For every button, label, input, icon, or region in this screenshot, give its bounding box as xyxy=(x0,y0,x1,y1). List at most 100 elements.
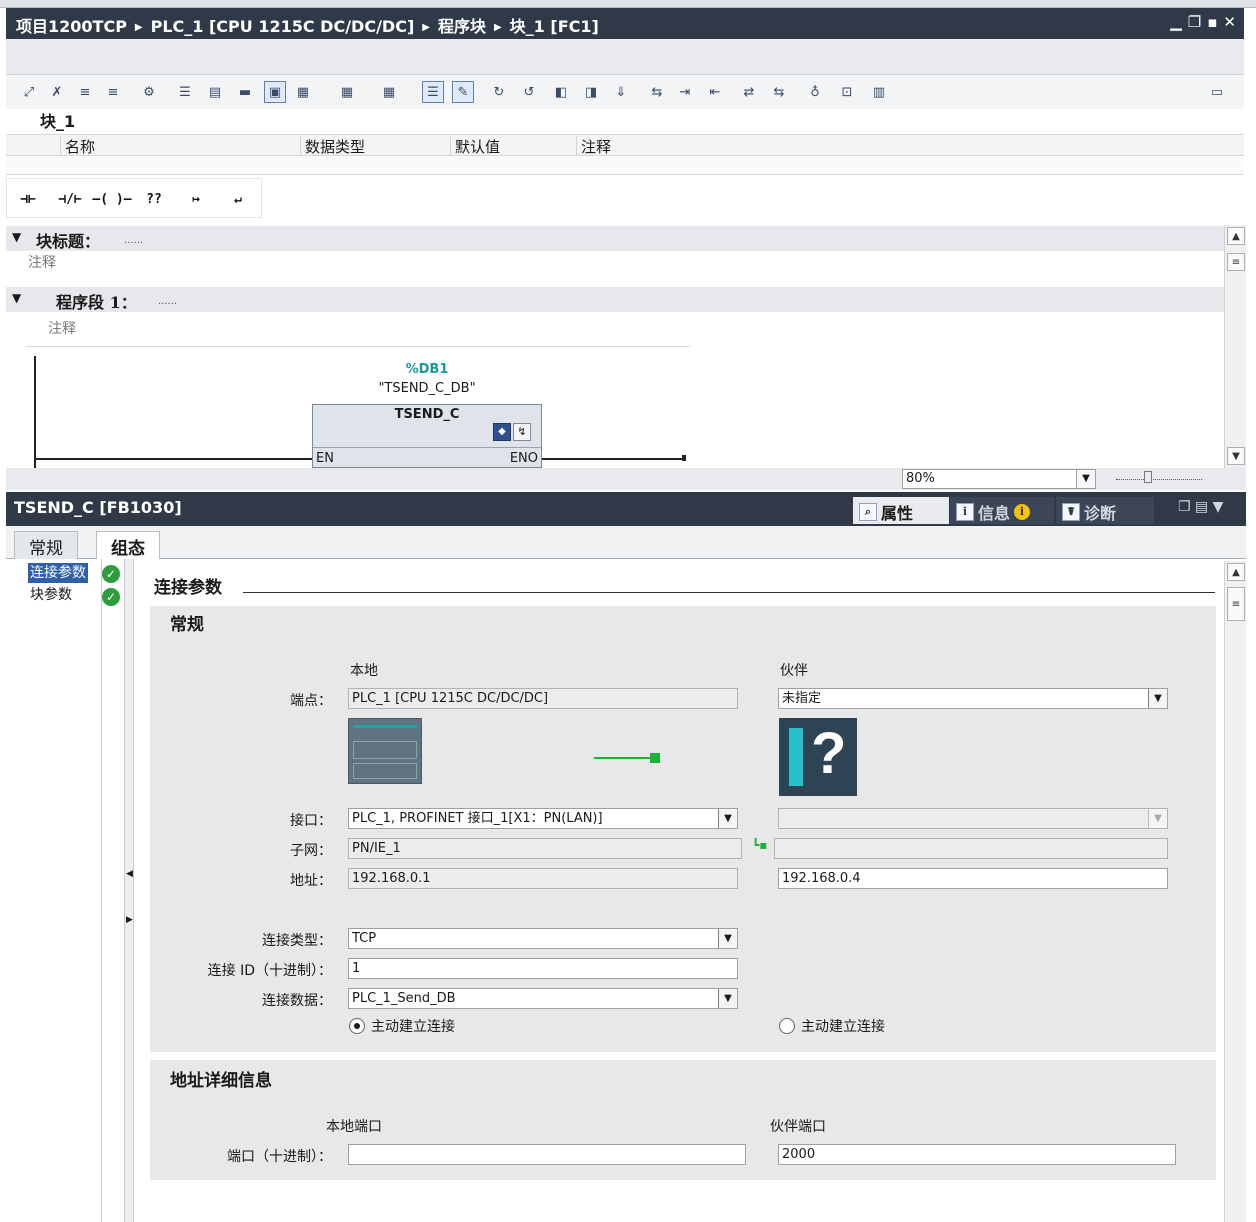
scroll-down-icon[interactable]: ▼ xyxy=(1227,447,1245,465)
scroll-thumb[interactable]: ≡ xyxy=(1227,253,1245,271)
download-icon[interactable]: ⇓ xyxy=(610,81,632,103)
indent-icon[interactable]: ⇥ xyxy=(674,81,696,103)
conn-data-select[interactable]: PLC_1_Send_DB ▼ xyxy=(348,988,738,1009)
collapse-left-icon[interactable]: ◀ xyxy=(126,869,133,879)
collapse-triangle-icon[interactable]: ▼ xyxy=(12,230,21,244)
go-to-icon[interactable]: ↻ xyxy=(488,81,510,103)
breadcrumb-plc[interactable]: PLC_1 [CPU 1215C DC/DC/DC] xyxy=(151,17,415,36)
edit-mode-icon[interactable]: ✎ xyxy=(452,81,474,103)
align-icon[interactable]: ☰ xyxy=(174,81,196,103)
comments-icon[interactable]: ▣ xyxy=(264,81,286,103)
previous-error-icon[interactable]: ◧ xyxy=(550,81,572,103)
symbolic-operand-icon[interactable]: ▦ xyxy=(336,81,358,103)
breadcrumb-program-blocks[interactable]: 程序块 xyxy=(438,17,486,36)
network-title-row[interactable]: ▼ 程序段 1： ...... xyxy=(6,287,1224,312)
operand-display-icon[interactable]: ▦ xyxy=(378,81,400,103)
reset-icon[interactable]: ⚙ xyxy=(138,81,160,103)
close-branch-icon[interactable]: ↵ xyxy=(217,179,259,219)
scroll-up-icon[interactable]: ▲ xyxy=(1227,563,1245,581)
network-comment[interactable]: 注释 xyxy=(48,318,76,338)
open-branch-icon[interactable]: ↦ xyxy=(175,179,217,219)
no-contact-icon[interactable]: ⊣⊢ xyxy=(7,179,49,219)
add-row-icon[interactable]: ≡ xyxy=(102,81,124,103)
nav-block-params[interactable]: 块参数 xyxy=(28,585,74,605)
column-comment[interactable]: 注释 xyxy=(576,136,948,156)
db-values-icon[interactable]: ▥ xyxy=(868,81,890,103)
config-icon[interactable]: ◆ xyxy=(493,423,511,441)
monitor-icon[interactable]: ↺ xyxy=(518,81,540,103)
column-datatype[interactable]: 数据类型 xyxy=(300,136,450,156)
collapse-icon[interactable]: ▤ xyxy=(204,81,226,103)
insert-network-icon[interactable]: ⤢ xyxy=(18,81,40,103)
monitoring-icon[interactable]: ♁ xyxy=(804,81,826,103)
diagnostics-icon[interactable]: ↯ xyxy=(513,423,531,441)
maximize-button[interactable]: ▪ xyxy=(1207,13,1217,31)
next-error-icon[interactable]: ◨ xyxy=(580,81,602,103)
connection-line xyxy=(594,757,654,759)
empty-box-icon[interactable]: ?? xyxy=(133,179,175,219)
scroll-up-icon[interactable]: ▲ xyxy=(1227,227,1245,245)
call-structure-icon[interactable]: ⇆ xyxy=(768,81,790,103)
zoom-slider[interactable] xyxy=(1116,478,1202,480)
local-port-input[interactable] xyxy=(348,1144,746,1165)
dropdown-arrow-icon[interactable]: ▼ xyxy=(718,809,737,828)
breadcrumb-block[interactable]: 块_1 [FC1] xyxy=(510,17,599,36)
breadcrumb-project[interactable]: 项目1200TCP xyxy=(16,17,127,36)
local-active-radio[interactable] xyxy=(349,1018,365,1034)
snapshot-icon[interactable]: ⊡ xyxy=(836,81,858,103)
partner-port-input[interactable]: 2000 xyxy=(778,1144,1176,1165)
column-name[interactable]: 名称 xyxy=(60,136,300,156)
subtab-configuration[interactable]: 组态 xyxy=(96,531,160,560)
block-title-value[interactable]: ...... xyxy=(124,235,143,246)
compare-icon[interactable]: ⇆ xyxy=(646,81,668,103)
absolute-operand-icon[interactable]: ▦ xyxy=(292,81,314,103)
instance-db-address[interactable]: %DB1 xyxy=(312,362,542,377)
dropdown-arrow-icon[interactable]: ▼ xyxy=(718,989,737,1008)
scroll-thumb[interactable]: ≡ xyxy=(1227,587,1245,621)
expand-right-icon[interactable]: ▶ xyxy=(126,915,133,925)
collapse-triangle-icon[interactable]: ▼ xyxy=(12,291,21,305)
partner-active-radio[interactable] xyxy=(779,1018,795,1034)
nc-contact-icon[interactable]: ⊣/⊢ xyxy=(49,179,91,219)
panel-float-icon[interactable]: ❐ ▤ ▼ xyxy=(1178,499,1223,515)
local-port-header: 本地端口 xyxy=(326,1119,382,1135)
partner-endpoint-select[interactable]: 未指定 ▼ xyxy=(778,688,1168,709)
subtab-general[interactable]: 常规 xyxy=(14,531,78,559)
network-title-value[interactable]: ...... xyxy=(158,296,177,307)
conn-id-input[interactable]: 1 xyxy=(348,958,738,979)
interface-row[interactable] xyxy=(6,157,1244,175)
network-label: 程序段 1： xyxy=(56,293,137,312)
minimize-button[interactable]: ▁ xyxy=(1170,13,1182,31)
coil-icon[interactable]: –( )– xyxy=(91,179,133,219)
expand-icon[interactable]: ▬ xyxy=(234,81,256,103)
nav-connection-params[interactable]: 连接参数 xyxy=(28,563,88,583)
tab-properties[interactable]: ⌕ 属性 xyxy=(853,497,949,524)
zoom-dropdown-icon[interactable]: ▼ xyxy=(1076,469,1096,489)
restore-button[interactable]: ❐ xyxy=(1188,13,1201,31)
zoom-slider-thumb[interactable] xyxy=(1144,471,1152,483)
call-hierarchy-icon[interactable]: ⇄ xyxy=(738,81,760,103)
delete-network-icon[interactable]: ✗ xyxy=(46,81,68,103)
outdent-icon[interactable]: ⇤ xyxy=(704,81,726,103)
instance-db-name[interactable]: "TSEND_C_DB" xyxy=(312,381,542,396)
partner-address-input[interactable]: 192.168.0.4 xyxy=(778,868,1168,889)
tsend-c-box[interactable]: TSEND_C ◆ ↯ EN ENO xyxy=(312,404,542,468)
tab-diagnostics[interactable]: ☤ 诊断 xyxy=(1056,497,1154,524)
function-block-name: TSEND_C xyxy=(394,407,460,422)
column-default[interactable]: 默认值 xyxy=(450,136,576,156)
conn-type-select[interactable]: TCP ▼ xyxy=(348,928,738,949)
editor-scrollbar[interactable]: ▲ ≡ ▼ xyxy=(1224,225,1246,468)
zoom-input[interactable]: 80% xyxy=(902,469,1078,489)
local-interface-select[interactable]: PLC_1, PROFINET 接口_1[X1：PN(LAN)] ▼ xyxy=(348,808,738,829)
insert-row-icon[interactable]: ≡ xyxy=(74,81,96,103)
close-button[interactable]: ✕ xyxy=(1223,13,1236,31)
block-comment[interactable]: 注释 xyxy=(28,252,56,272)
tab-info[interactable]: i 信息 i xyxy=(950,497,1054,524)
config-scrollbar[interactable]: ▲ ≡ xyxy=(1224,561,1246,1222)
layout-icon[interactable]: ▭ xyxy=(1206,81,1228,103)
dropdown-arrow-icon[interactable]: ▼ xyxy=(718,929,737,948)
block-title-row[interactable]: ▼ 块标题： ...... xyxy=(6,226,1224,251)
dropdown-arrow-icon[interactable]: ▼ xyxy=(1148,689,1167,708)
favorites-icon[interactable]: ☰ xyxy=(422,81,444,103)
nav-splitter[interactable]: ◀ ▶ xyxy=(124,559,134,1222)
